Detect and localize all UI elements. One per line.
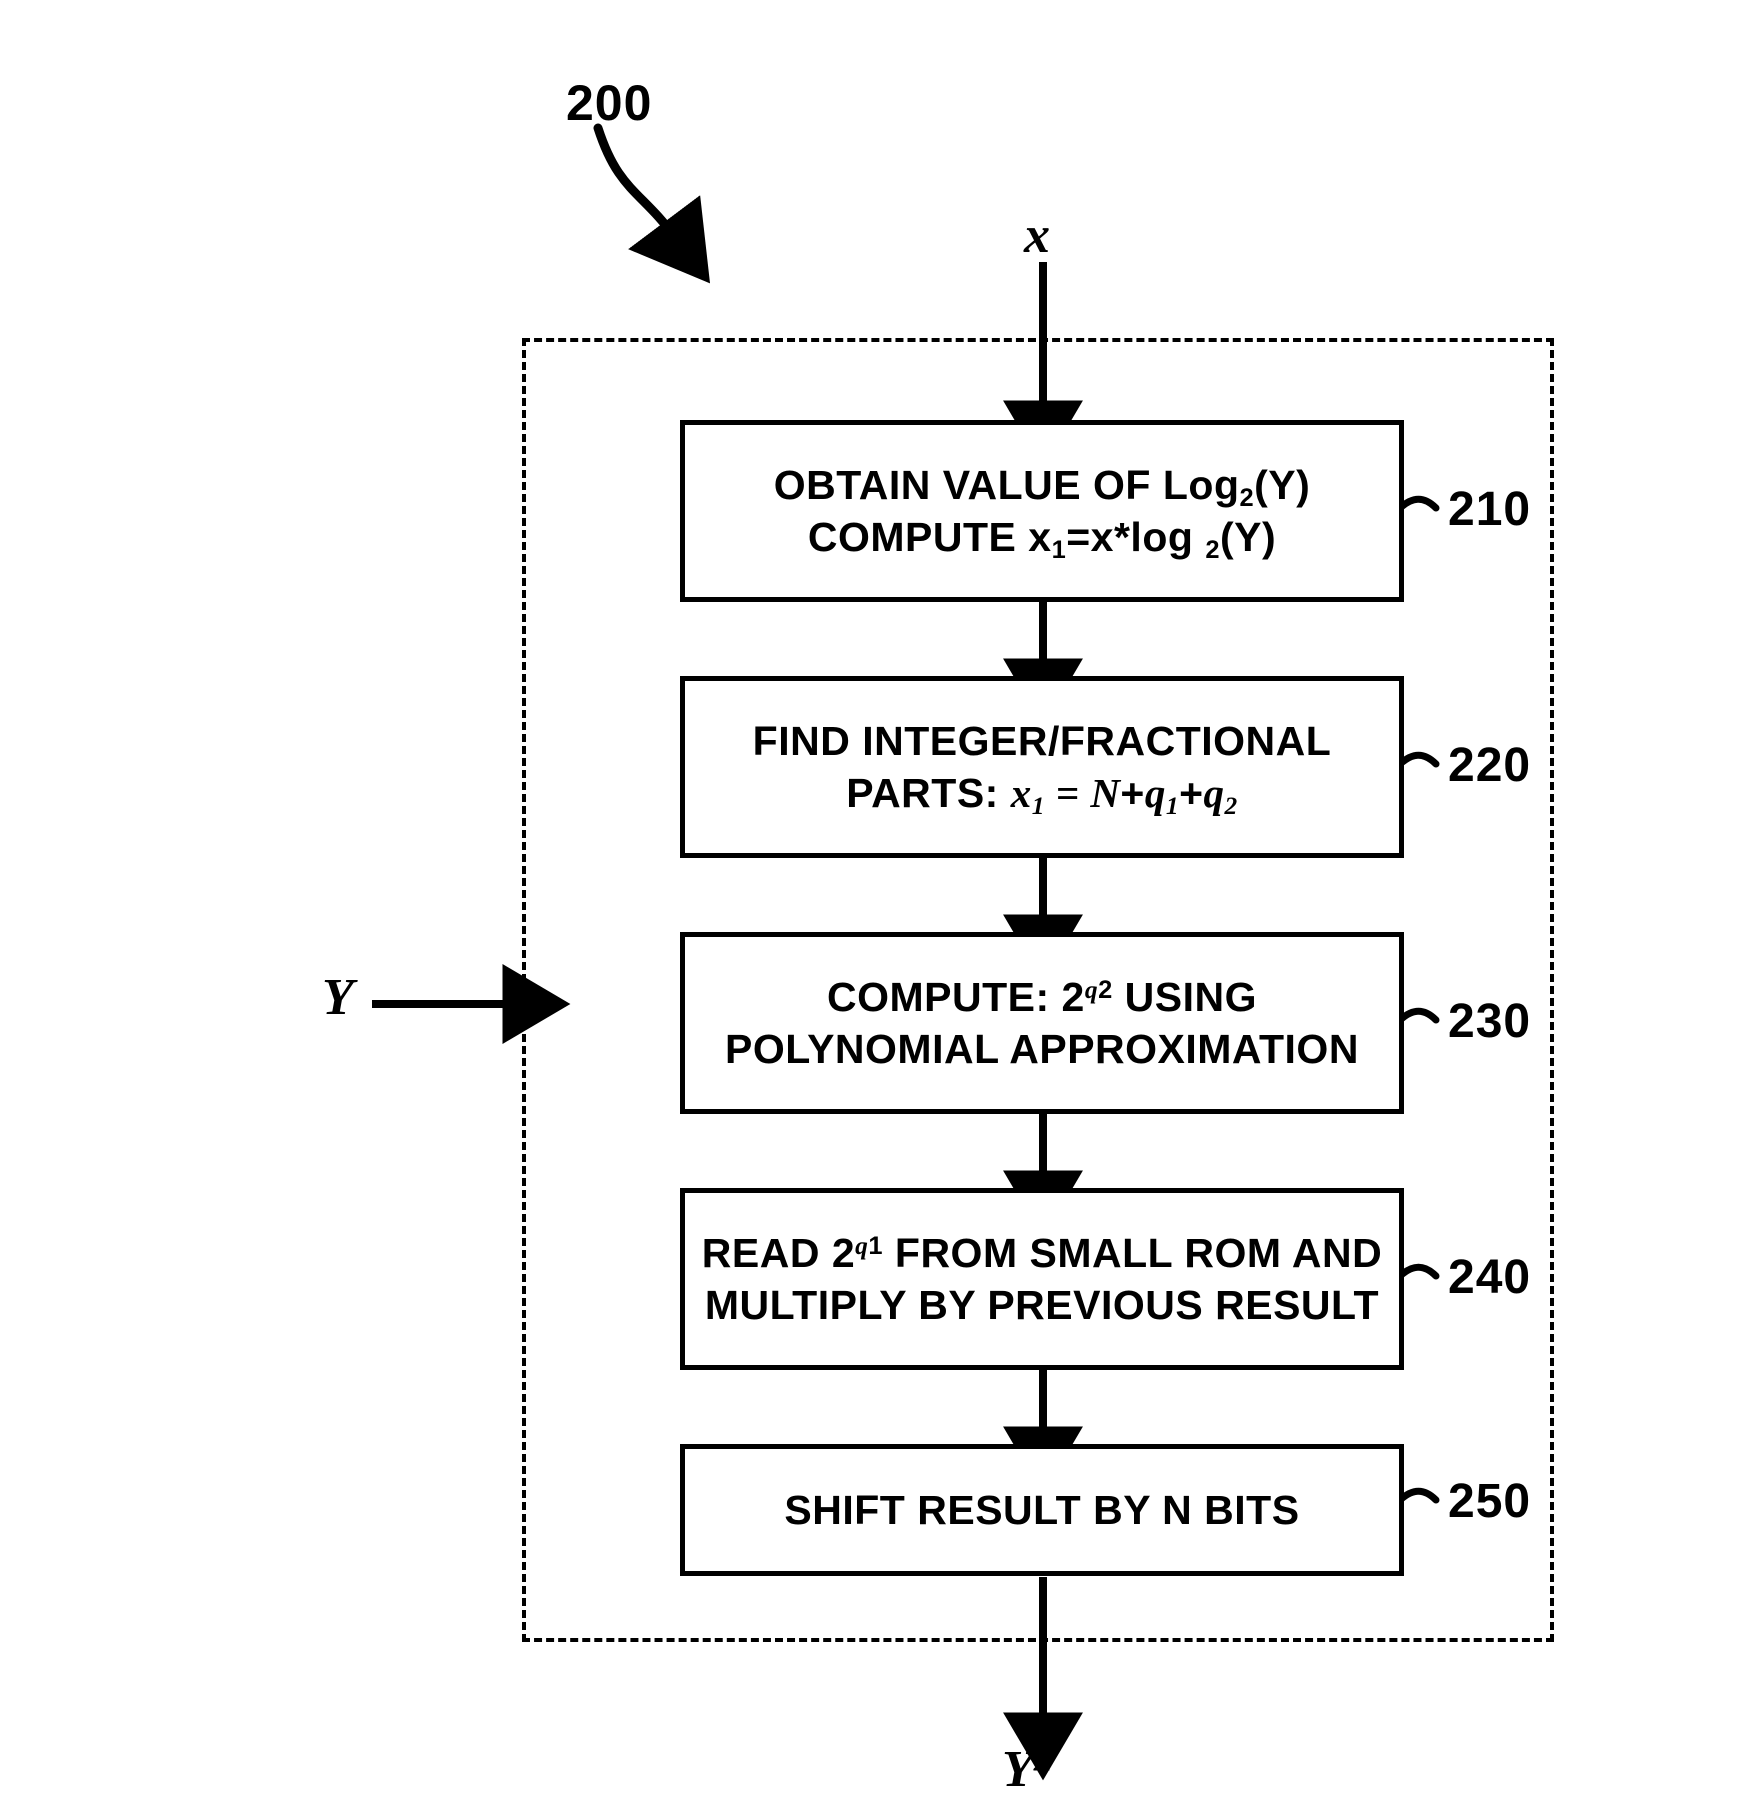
step-210-line-1: OBTAIN VALUE OF Log2(Y) xyxy=(773,461,1311,512)
step-box-250[interactable]: SHIFT RESULT BY N BITS xyxy=(680,1444,1404,1576)
step-box-240[interactable]: READ 2q1 FROM SMALL ROM AND MULTIPLY BY … xyxy=(680,1188,1404,1370)
ref-numeral-250: 250 xyxy=(1448,1475,1532,1528)
output-exponent: x xyxy=(1033,1740,1051,1779)
output-label-y-pow-x: Yx xyxy=(1002,1740,1051,1799)
figure-number-200: 200 xyxy=(566,75,653,131)
step-box-220[interactable]: FIND INTEGER/FRACTIONAL PARTS: x1 = N+q1… xyxy=(680,676,1404,858)
step-box-230[interactable]: COMPUTE: 2q2 USING POLYNOMIAL APPROXIMAT… xyxy=(680,932,1404,1114)
input-label-x: x xyxy=(1024,207,1050,264)
step-210-line-2: COMPUTE x1=x*log 2(Y) xyxy=(807,514,1277,565)
input-label-y: Y xyxy=(322,969,354,1026)
output-base: Y xyxy=(1002,1741,1034,1798)
step-220-line-2: PARTS: x1 = N+q1+q2 xyxy=(846,770,1238,821)
step-220-line-1: FIND INTEGER/FRACTIONAL xyxy=(752,717,1332,764)
figure-lead-line xyxy=(593,123,711,284)
ref-numeral-210: 210 xyxy=(1448,483,1532,536)
step-box-210[interactable]: OBTAIN VALUE OF Log2(Y) COMPUTE x1=x*log… xyxy=(680,420,1404,602)
step-250-line-1: SHIFT RESULT BY N BITS xyxy=(784,1486,1300,1533)
ref-numeral-240: 240 xyxy=(1448,1251,1532,1304)
figure-canvas: 200 x Y Yx OBTAIN VALUE OF Log2(Y) COMPU… xyxy=(0,0,1760,1798)
step-230-line-2: POLYNOMIAL APPROXIMATION xyxy=(725,1026,1359,1072)
ref-numeral-220: 220 xyxy=(1448,739,1532,792)
step-240-line-2: MULTIPLY BY PREVIOUS RESULT xyxy=(704,1282,1380,1328)
ref-numeral-230: 230 xyxy=(1448,995,1532,1048)
step-230-line-1: COMPUTE: 2q2 USING xyxy=(827,973,1257,1020)
step-240-line-1: READ 2q1 FROM SMALL ROM AND xyxy=(701,1229,1383,1276)
